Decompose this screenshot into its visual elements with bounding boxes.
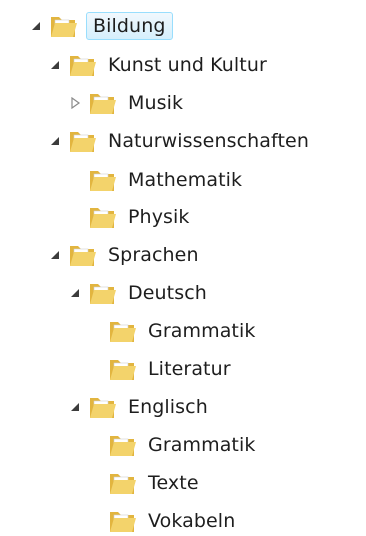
tree-item-label: Mathematik: [128, 169, 243, 191]
expand-toggle[interactable]: [48, 58, 62, 72]
folder-icon: [110, 322, 136, 342]
tree-item-physik[interactable]: Physik: [68, 200, 193, 234]
tree-item-musik[interactable]: Musik: [68, 86, 186, 120]
folder-icon: [90, 398, 116, 418]
folder-icon: [110, 474, 136, 494]
triangle-collapsed-icon: [71, 97, 81, 109]
folder-icon: [90, 284, 116, 304]
folder-tree: Bildung Kunst und Kultur Musik Naturwiss…: [0, 0, 366, 536]
tree-item-sprachen[interactable]: Sprachen: [48, 238, 202, 272]
folder-icon: [90, 208, 116, 228]
triangle-expanded-icon: [51, 251, 59, 259]
expand-toggle[interactable]: [29, 19, 43, 33]
triangle-expanded-icon: [51, 137, 59, 145]
expand-toggle[interactable]: [68, 286, 82, 300]
tree-item-grammatik[interactable]: Grammatik: [88, 314, 258, 348]
tree-item-label: Grammatik: [148, 320, 256, 342]
triangle-expanded-icon: [71, 289, 79, 297]
tree-item-englisch[interactable]: Englisch: [68, 390, 211, 424]
folder-icon: [90, 94, 116, 114]
folder-icon: [90, 171, 116, 191]
triangle-expanded-icon: [71, 403, 79, 411]
tree-item-grammatik[interactable]: Grammatik: [88, 428, 258, 462]
tree-item-deutsch[interactable]: Deutsch: [68, 276, 210, 310]
tree-item-kunst-und-kultur[interactable]: Kunst und Kultur: [48, 48, 270, 82]
tree-item-label: Kunst und Kultur: [108, 54, 267, 76]
tree-item-naturwissenschaften[interactable]: Naturwissenschaften: [48, 124, 312, 158]
tree-item-bildung[interactable]: Bildung: [29, 9, 173, 43]
tree-item-label: Musik: [128, 92, 184, 114]
triangle-expanded-icon: [51, 61, 59, 69]
folder-icon: [70, 56, 96, 76]
triangle-expanded-icon: [32, 22, 40, 30]
tree-item-label: Bildung: [86, 12, 173, 40]
tree-item-label: Sprachen: [108, 244, 199, 266]
folder-icon: [70, 246, 96, 266]
folder-icon: [110, 436, 136, 456]
tree-item-label: Literatur: [148, 358, 231, 380]
tree-item-literatur[interactable]: Literatur: [88, 352, 234, 386]
tree-item-label: Physik: [128, 206, 190, 228]
folder-icon: [110, 512, 136, 532]
folder-icon: [51, 17, 77, 37]
tree-item-vokabeln[interactable]: Vokabeln: [88, 504, 238, 536]
tree-item-texte[interactable]: Texte: [88, 466, 202, 500]
tree-item-label: Deutsch: [128, 282, 207, 304]
tree-item-label: Englisch: [128, 396, 208, 418]
expand-toggle[interactable]: [68, 96, 82, 110]
tree-item-label: Texte: [148, 472, 199, 494]
expand-toggle[interactable]: [68, 400, 82, 414]
tree-item-label: Grammatik: [148, 434, 256, 456]
tree-item-label: Vokabeln: [148, 510, 236, 532]
folder-icon: [70, 132, 96, 152]
tree-item-label: Naturwissenschaften: [108, 130, 309, 152]
folder-icon: [110, 360, 136, 380]
tree-item-mathematik[interactable]: Mathematik: [68, 163, 245, 197]
expand-toggle[interactable]: [48, 134, 62, 148]
expand-toggle[interactable]: [48, 248, 62, 262]
